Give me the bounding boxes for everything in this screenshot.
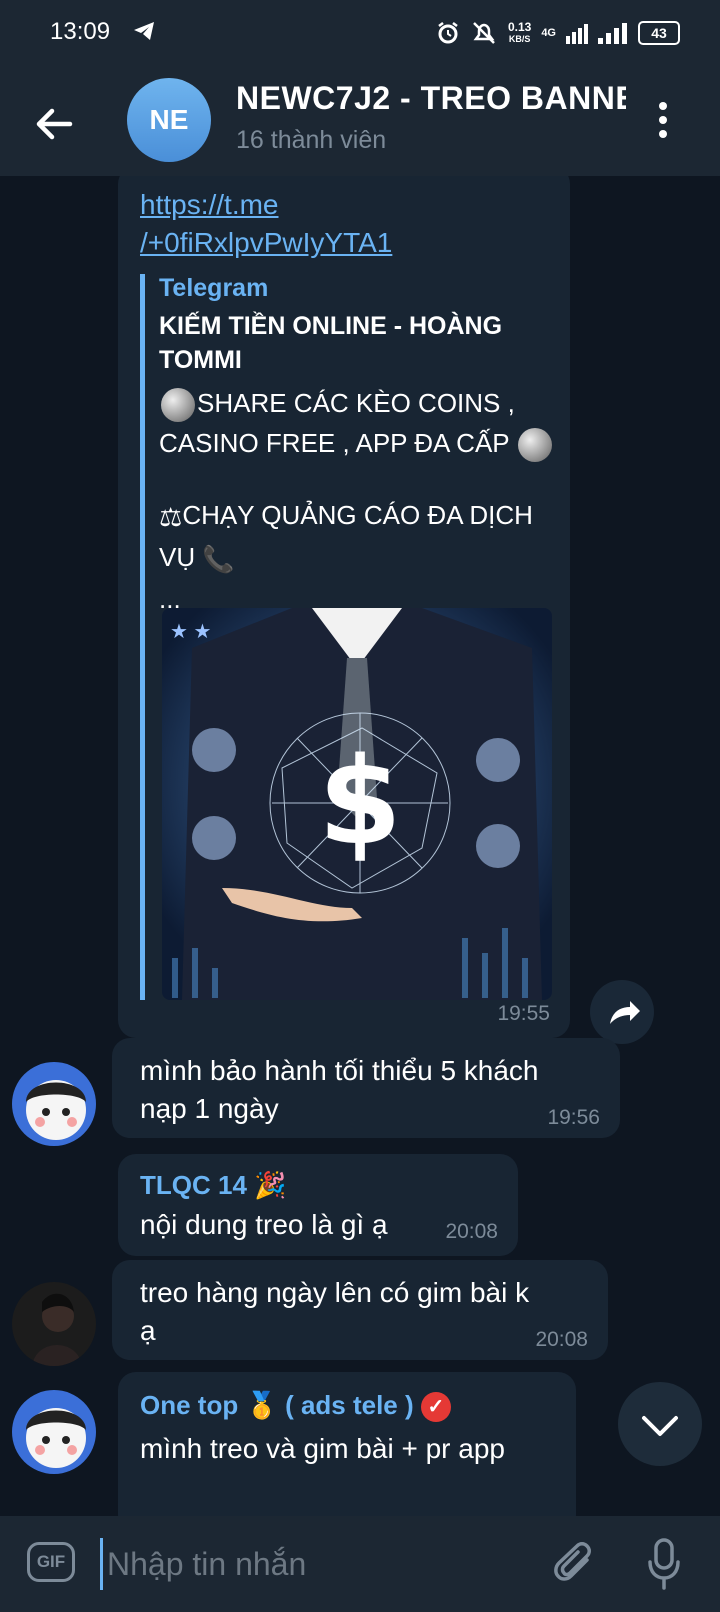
scales-icon: ⚖: [159, 502, 183, 533]
message-time: 19:56: [547, 1106, 600, 1129]
group-avatar[interactable]: NE: [127, 78, 211, 162]
status-icons: 0.13 KB/S 4G 43: [436, 18, 680, 48]
invite-link[interactable]: https://t.me /+0fiRxlpvPwIyYTA1: [140, 186, 392, 262]
preview-image[interactable]: $ ★ ★: [162, 608, 552, 1000]
message-input[interactable]: [100, 1538, 529, 1590]
message-text: nội dung treo là gì ạ: [140, 1209, 388, 1240]
message-bubble[interactable]: mình bảo hành tối thiểu 5 khách nạp 1 ng…: [112, 1038, 620, 1138]
message-text: mình bảo hành tối thiểu 5 khách nạp 1 ng…: [140, 1055, 539, 1124]
network-type: 4G: [541, 27, 556, 39]
finance-illustration: $ ★ ★: [162, 608, 552, 1000]
verified-badge-icon: ✓: [420, 1392, 451, 1423]
coin-icon: [518, 428, 553, 463]
user-avatar[interactable]: [12, 1062, 96, 1146]
telegram-notification-icon: [134, 22, 154, 40]
svg-text:★ ★: ★ ★: [170, 621, 211, 643]
message-time: 20:08: [445, 1220, 498, 1243]
message-time: 19:55: [497, 1002, 550, 1025]
message-list[interactable]: https://t.me /+0fiRxlpvPwIyYTA1 Telegram…: [0, 176, 720, 1516]
sender-name[interactable]: One top 🥇 ( ads tele ) ✓: [140, 1390, 451, 1423]
message-time: 20:08: [535, 1328, 588, 1351]
scroll-to-bottom-button[interactable]: [618, 1382, 702, 1466]
forward-arrow-icon: [610, 1001, 640, 1024]
cartoon-avatar: [12, 1062, 96, 1146]
status-time: 13:09: [50, 18, 111, 45]
message-bubble[interactable]: TLQC 14 🎉 nội dung treo là gì ạ 20:08: [118, 1154, 518, 1256]
svg-text:$: $: [318, 733, 402, 872]
chat-title[interactable]: NEWC7J2 - TREO BANNER: [236, 80, 626, 117]
user-avatar[interactable]: [12, 1282, 96, 1366]
signal-bars-icon: [566, 24, 588, 44]
message-composer: GIF: [0, 1516, 720, 1612]
chat-header: NE NEWC7J2 - TREO BANNER 16 thành viên: [0, 64, 720, 176]
preview-site-name: Telegram: [159, 274, 269, 302]
phone-icon: 📞: [202, 544, 235, 575]
mute-icon: [473, 22, 495, 44]
photo-avatar: [12, 1282, 96, 1366]
cartoon-avatar: [12, 1390, 96, 1474]
attachment-icon[interactable]: [553, 1540, 597, 1588]
message-text: mình treo và gim bài + pr app: [140, 1433, 505, 1464]
microphone-icon[interactable]: [648, 1538, 680, 1590]
sender-name[interactable]: TLQC 14 🎉: [140, 1170, 287, 1201]
chevron-down-icon: [642, 1416, 678, 1436]
preview-description: SHARE CÁC KÈO COINS , CASINO FREE , APP …: [159, 383, 561, 619]
battery-indicator: 43: [638, 21, 680, 45]
back-arrow-icon[interactable]: [30, 100, 78, 148]
forward-button[interactable]: [590, 980, 654, 1044]
member-count: 16 thành viên: [236, 126, 387, 154]
gif-button[interactable]: GIF: [27, 1542, 75, 1582]
status-bar: 13:09 0.13 KB/S 4G 43: [0, 0, 720, 64]
message-bubble[interactable]: One top 🥇 ( ads tele ) ✓ mình treo và gi…: [118, 1372, 576, 1516]
message-text: treo hàng ngày lên có gim bài k ạ: [140, 1277, 530, 1346]
alarm-icon: [438, 22, 458, 44]
user-avatar[interactable]: [12, 1390, 96, 1474]
message-bubble[interactable]: treo hàng ngày lên có gim bài k ạ 20:08: [112, 1260, 608, 1360]
more-options-icon[interactable]: [656, 100, 670, 140]
preview-title: KIẾM TIỀN ONLINE - HOÀNG TOMMI: [159, 312, 503, 374]
signal-bars-2-icon: [598, 23, 627, 44]
coin-icon: [161, 388, 195, 423]
network-speed: 0.13 KB/S: [507, 20, 532, 44]
